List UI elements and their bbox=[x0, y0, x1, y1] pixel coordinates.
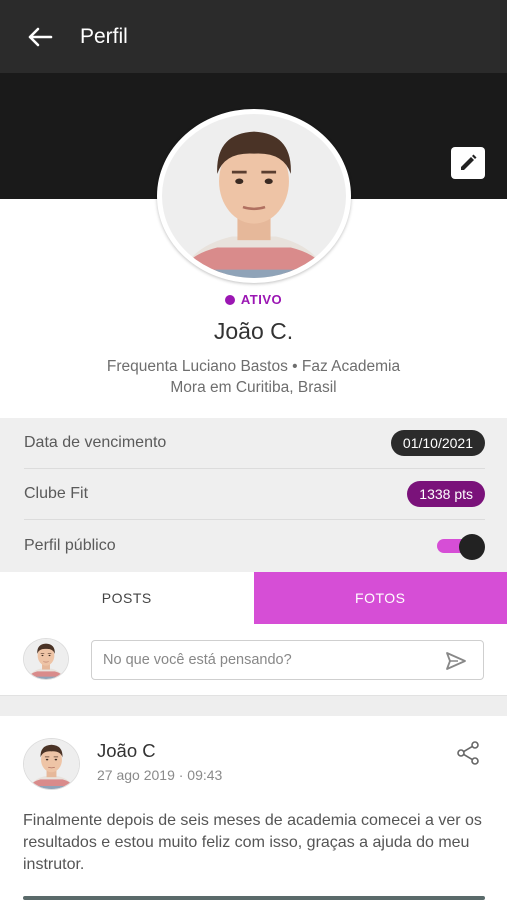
profile-avatar[interactable] bbox=[157, 109, 351, 283]
status-text: ATIVO bbox=[240, 292, 283, 307]
tab-fotos[interactable]: FOTOS bbox=[253, 572, 507, 624]
send-icon bbox=[446, 652, 466, 670]
profile-tabs: POSTS FOTOS bbox=[0, 572, 507, 624]
page-title: Perfil bbox=[80, 24, 128, 48]
profile-name: João C. bbox=[213, 318, 294, 344]
avatar bbox=[23, 638, 69, 680]
arrow-left-icon bbox=[28, 27, 53, 46]
back-button[interactable] bbox=[22, 19, 58, 55]
edit-profile-button[interactable] bbox=[451, 147, 485, 179]
status-dot-icon bbox=[224, 295, 235, 305]
post-card: João C 27 ago 2019 · 09:43 Finalmente de… bbox=[0, 716, 507, 900]
post-timestamp: 27 ago 2019 · 09:43 bbox=[97, 767, 223, 783]
profile-location: Mora em Curitiba, Brasil bbox=[170, 379, 337, 396]
share-button[interactable] bbox=[455, 740, 481, 766]
avatar-photo bbox=[162, 114, 346, 278]
club-points-badge[interactable]: 1338 pts bbox=[407, 481, 485, 507]
compose-placeholder: No que você está pensando? bbox=[103, 652, 292, 668]
compose-input[interactable]: No que você está pensando? bbox=[91, 640, 484, 680]
profile-info-panel: Data de vencimento 01/10/2021 Clube Fit … bbox=[0, 418, 507, 572]
post-body: Finalmente depois de seis meses de acade… bbox=[23, 812, 482, 873]
due-date-label: Data de vencimento bbox=[24, 434, 167, 451]
avatar[interactable] bbox=[23, 738, 80, 790]
pencil-icon bbox=[461, 154, 477, 170]
due-date-row: Data de vencimento 01/10/2021 bbox=[24, 418, 485, 469]
profile-gym-info: Frequenta Luciano Bastos • Faz Academia bbox=[106, 358, 401, 375]
tab-posts[interactable]: POSTS bbox=[0, 572, 254, 624]
public-profile-toggle[interactable] bbox=[437, 533, 485, 560]
due-date-value: 01/10/2021 bbox=[390, 430, 485, 456]
share-icon bbox=[457, 741, 479, 765]
status-badge: ATIVO bbox=[0, 292, 507, 307]
club-row: Clube Fit 1338 pts bbox=[24, 469, 485, 520]
public-profile-row: Perfil público bbox=[24, 520, 485, 571]
avatar-photo bbox=[24, 639, 68, 679]
app-bar: Perfil bbox=[0, 0, 507, 73]
post-image[interactable] bbox=[23, 896, 485, 900]
post-composer: No que você está pensando? bbox=[0, 624, 507, 696]
avatar-photo bbox=[24, 739, 79, 789]
toggle-knob bbox=[459, 533, 485, 560]
club-label: Clube Fit bbox=[24, 485, 89, 502]
post-author[interactable]: João C bbox=[97, 740, 156, 762]
public-profile-label: Perfil público bbox=[24, 536, 116, 554]
send-button[interactable] bbox=[443, 649, 469, 673]
section-divider bbox=[0, 696, 507, 716]
